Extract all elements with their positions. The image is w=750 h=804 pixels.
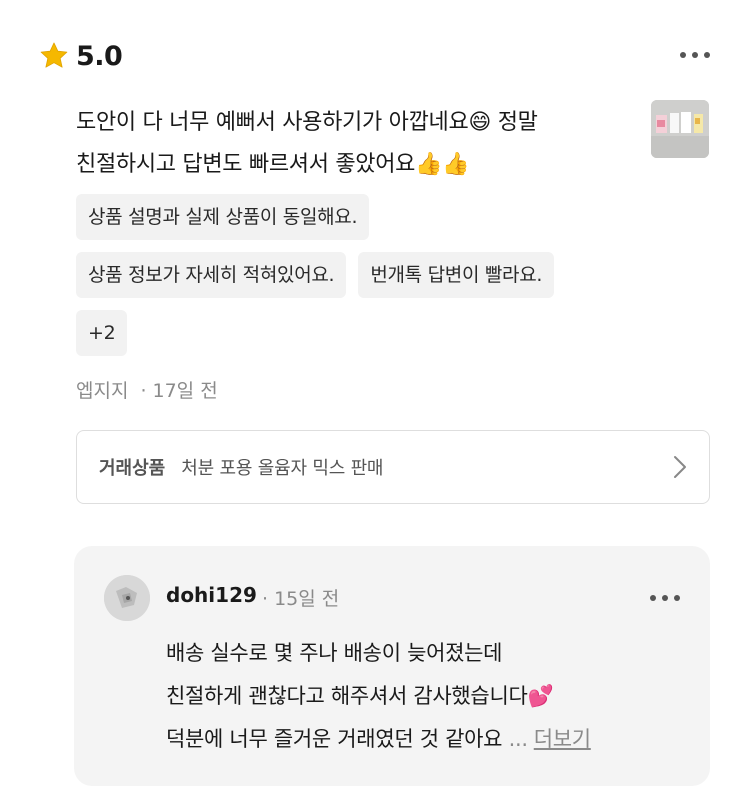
star-icon [40, 42, 68, 68]
review-meta: 엡지지 · 17일 전 [76, 376, 218, 403]
review-photo-thumbnail[interactable] [651, 100, 709, 158]
more-dot [692, 52, 698, 58]
review-page: 5.0 도안이 다 너무 예뻐서 사용하기가 아깝네요😄 정말 친절하시고 답변… [0, 0, 750, 804]
read-more-link[interactable]: 더보기 [534, 727, 591, 751]
reply-text-line: 배송 실수로 몇 주나 배송이 늦어졌는데 [166, 641, 503, 665]
avatar[interactable] [104, 575, 150, 621]
reply-text-line: 덕분에 너무 즐거운 거래였던 것 같아요 ... 더보기 [166, 718, 686, 761]
separator-dot: · [140, 380, 147, 402]
review-tag: 상품 정보가 자세히 적혀있어요. [76, 252, 347, 298]
review-tag: 번개톡 답변이 빨라요. [358, 252, 555, 298]
review-tag: 상품 설명과 실제 상품이 동일해요. [76, 194, 370, 240]
reply-text-line: 친절하게 괜찮다고 해주셔서 감사했습니다💕 [166, 684, 554, 708]
trade-product-link[interactable]: 거래상품 처분 포용 올윰자 믹스 판매 [76, 430, 710, 504]
chevron-right-icon [674, 456, 686, 478]
reply-username[interactable]: dohi129 [166, 583, 257, 607]
rating-value: 5.0 [76, 40, 123, 72]
more-dot [674, 595, 680, 601]
review-time: 17일 전 [152, 380, 218, 402]
trade-product-name: 처분 포용 올윰자 믹스 판매 [181, 458, 384, 479]
trade-label: 거래상품 [99, 458, 166, 479]
review-text-line: 친절하시고 답변도 빠르셔서 좋았어요👍👍 [76, 152, 470, 177]
seller-reply-card: dohi129 · 15일 전 배송 실수로 몇 주나 배송이 늦어졌는데 친절… [74, 546, 710, 786]
review-tags: 상품 설명과 실제 상품이 동일해요. 상품 정보가 자세히 적혀있어요. 번개… [76, 194, 676, 368]
review-author[interactable]: 엡지지 [76, 380, 128, 402]
more-dot [662, 595, 668, 601]
tag-row: 상품 설명과 실제 상품이 동일해요. [76, 194, 676, 240]
more-horizontal-icon [650, 595, 656, 601]
tag-row: +2 [76, 310, 676, 356]
reply-more-options-button[interactable] [650, 595, 680, 601]
review-text-line: 도안이 다 너무 예뻐서 사용하기가 아깝네요😄 정말 [76, 110, 538, 135]
reply-text: 배송 실수로 몇 주나 배송이 늦어졌는데 친절하게 괜찮다고 해주셔서 감사했… [166, 632, 686, 761]
rating-row: 5.0 [38, 38, 123, 74]
more-options-button[interactable] [680, 52, 710, 58]
more-tags-button[interactable]: +2 [76, 310, 128, 356]
more-horizontal-icon [680, 52, 686, 58]
reply-time: · 15일 전 [262, 588, 340, 610]
tag-row: 상품 정보가 자세히 적혀있어요. 번개톡 답변이 빨라요. [76, 252, 676, 298]
reply-text-line-3: 덕분에 너무 즐거운 거래였던 것 같아요 [166, 727, 503, 751]
reply-time-value: 15일 전 [274, 588, 340, 610]
review-text: 도안이 다 너무 예뻐서 사용하기가 아깝네요😄 정말 친절하시고 답변도 빠르… [76, 102, 636, 186]
more-dot [704, 52, 710, 58]
avatar-image [104, 575, 150, 621]
ellipsis: ... [508, 727, 528, 751]
photo-image [651, 100, 709, 158]
